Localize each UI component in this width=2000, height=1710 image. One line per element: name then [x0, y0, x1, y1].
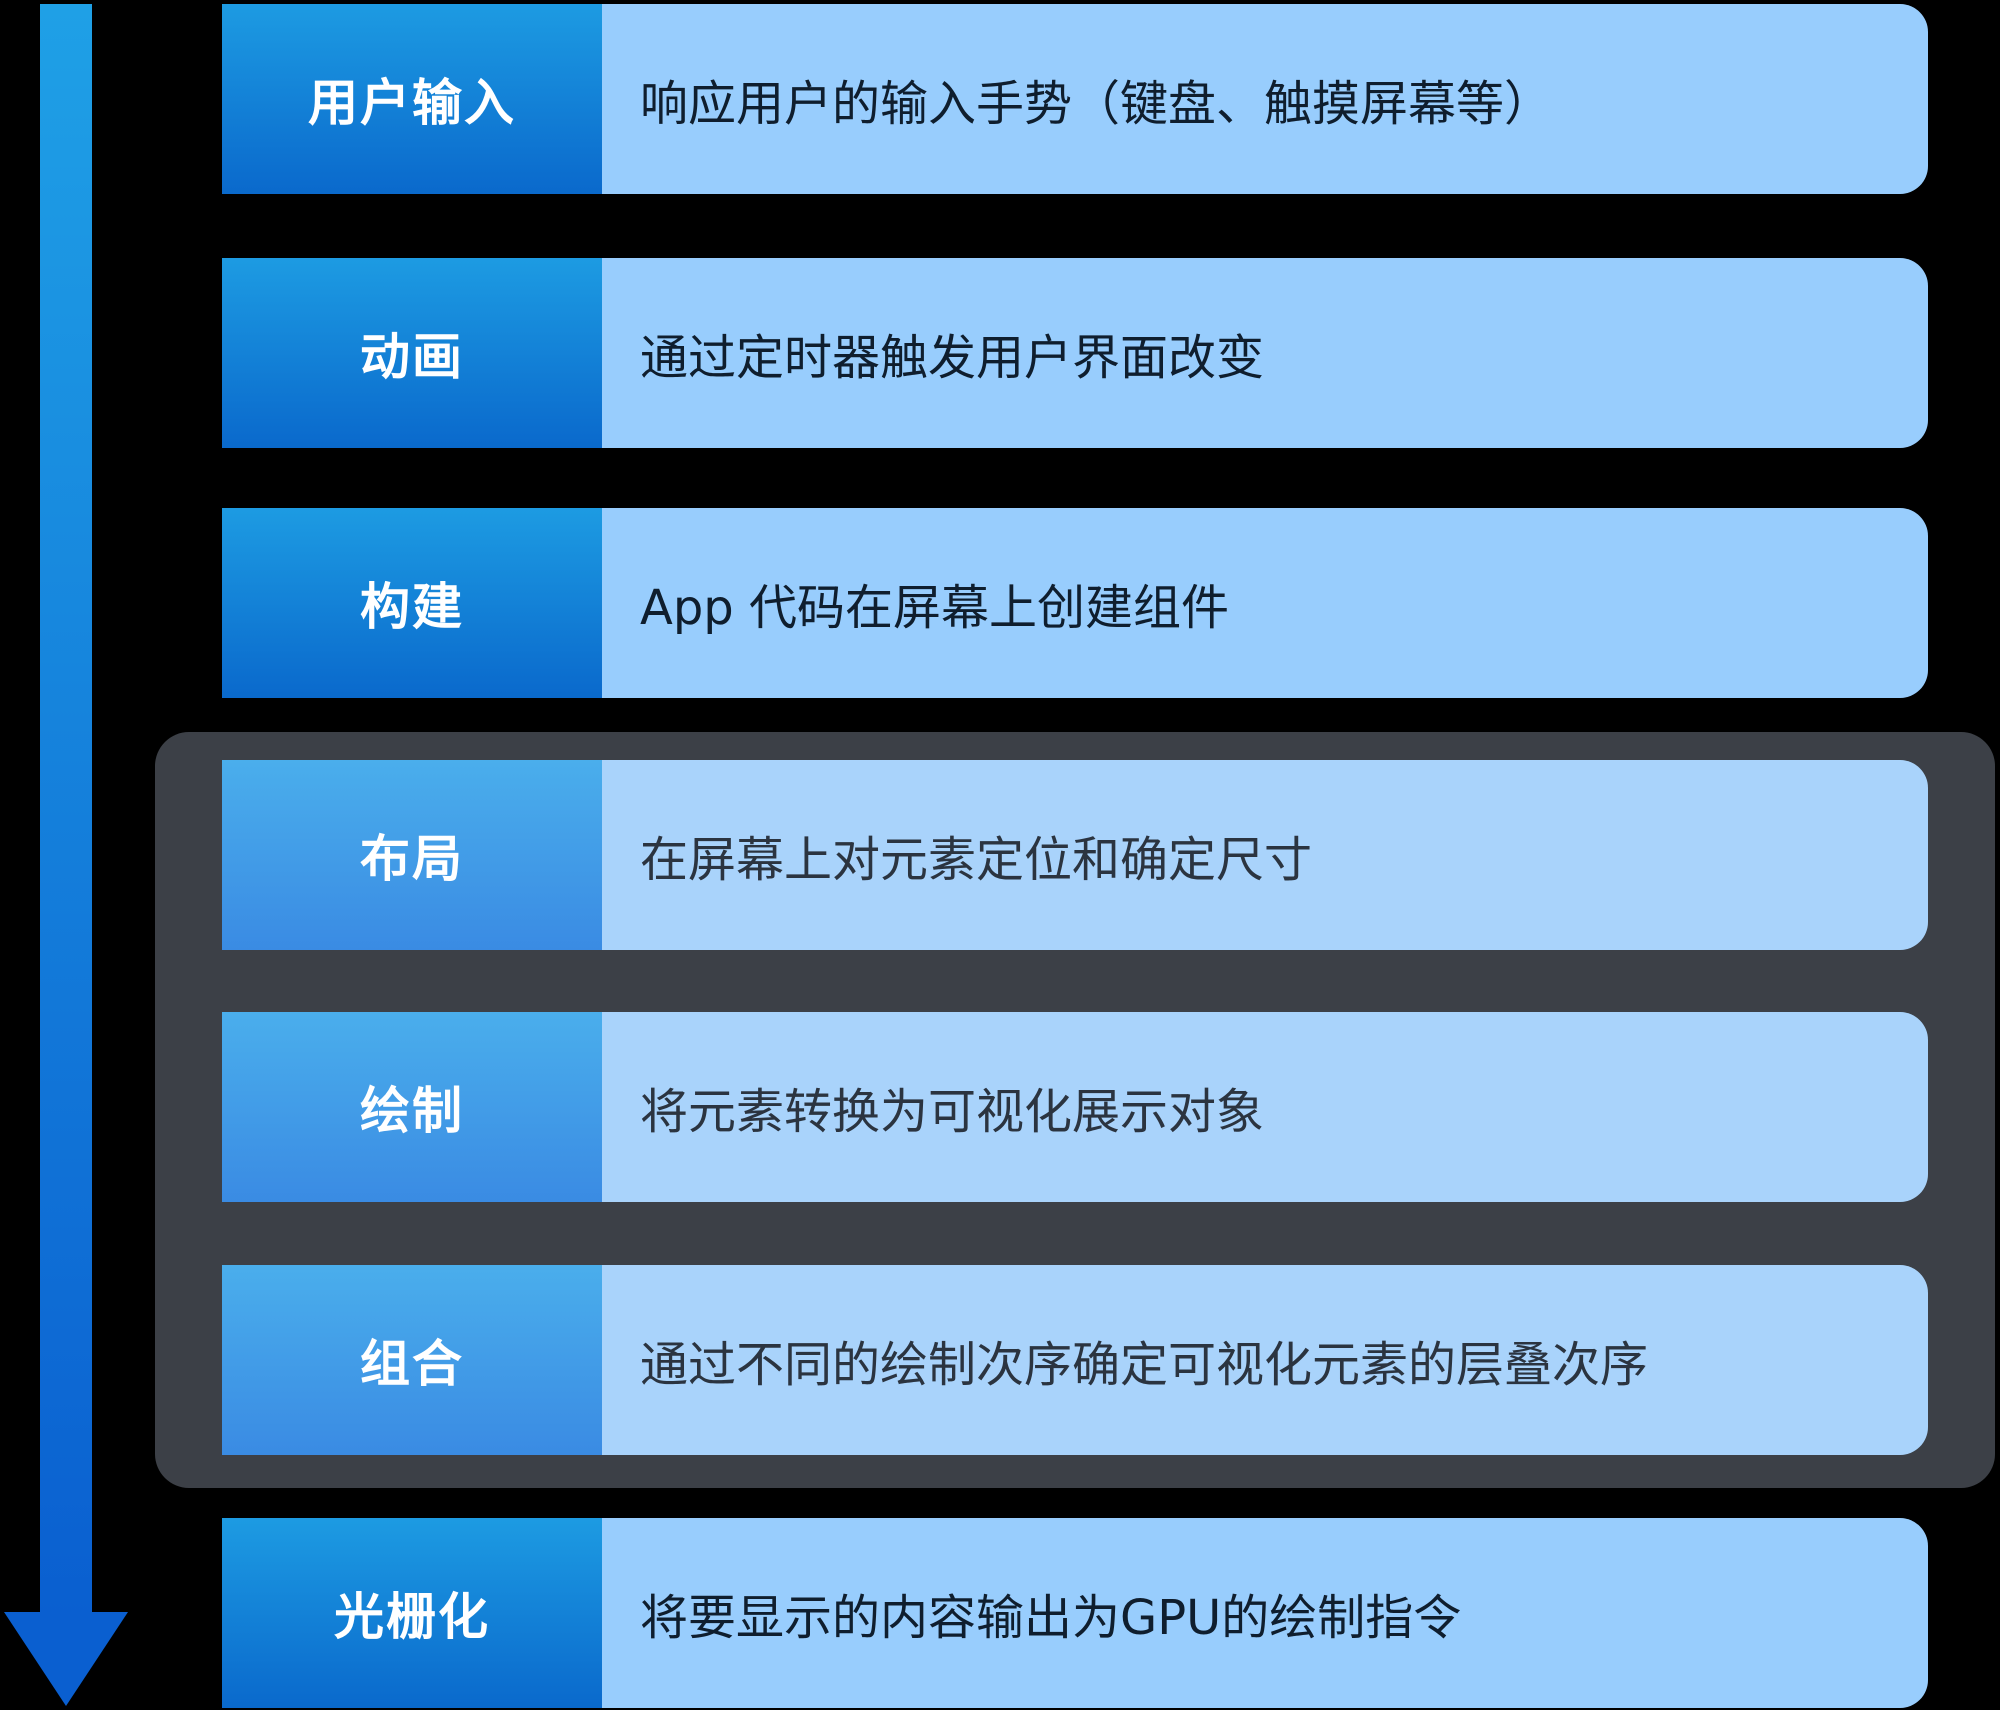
stage-rasterize: 光栅化 将要显示的内容输出为GPU的绘制指令 [222, 1518, 1928, 1708]
stage-label: 组合 [222, 1265, 602, 1455]
arrow-shaft [40, 4, 92, 1616]
arrow-head [4, 1612, 128, 1706]
stage-user-input: 用户输入 响应用户的输入手势（键盘、触摸屏幕等） [222, 4, 1928, 194]
stage-label: 用户输入 [222, 4, 602, 194]
stage-label: 布局 [222, 760, 602, 950]
stage-description: 通过不同的绘制次序确定可视化元素的层叠次序 [602, 1265, 1928, 1455]
stage-label: 光栅化 [222, 1518, 602, 1708]
stage-label: 构建 [222, 508, 602, 698]
stage-build: 构建 App 代码在屏幕上创建组件 [222, 508, 1928, 698]
stage-description: 将元素转换为可视化展示对象 [602, 1012, 1928, 1202]
stage-composite: 组合 通过不同的绘制次序确定可视化元素的层叠次序 [222, 1265, 1928, 1455]
stage-description: 将要显示的内容输出为GPU的绘制指令 [602, 1518, 1928, 1708]
stage-label: 动画 [222, 258, 602, 448]
flow-direction-arrow [4, 4, 128, 1706]
stage-animation: 动画 通过定时器触发用户界面改变 [222, 258, 1928, 448]
stage-layout: 布局 在屏幕上对元素定位和确定尺寸 [222, 760, 1928, 950]
stage-paint: 绘制 将元素转换为可视化展示对象 [222, 1012, 1928, 1202]
stage-description: 响应用户的输入手势（键盘、触摸屏幕等） [602, 4, 1928, 194]
stage-label: 绘制 [222, 1012, 602, 1202]
stage-description: 在屏幕上对元素定位和确定尺寸 [602, 760, 1928, 950]
stage-description: 通过定时器触发用户界面改变 [602, 258, 1928, 448]
stage-description: App 代码在屏幕上创建组件 [602, 508, 1928, 698]
